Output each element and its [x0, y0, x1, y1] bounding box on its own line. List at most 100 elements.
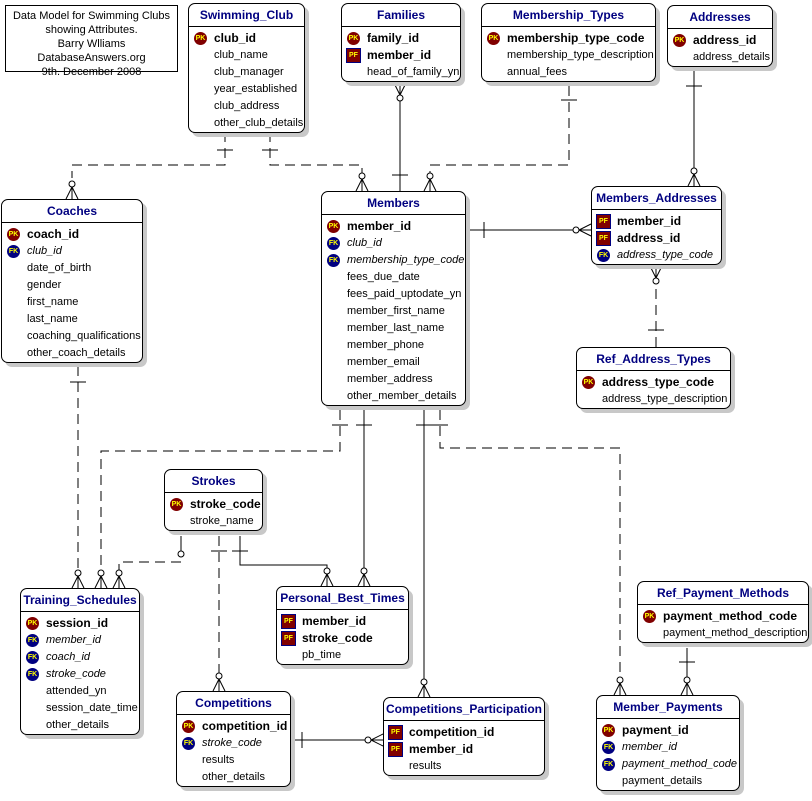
attribute-row: PK membership_type_code [482, 30, 655, 47]
attribute-row: FK member_id [597, 739, 739, 756]
entity-title: Coaches [2, 200, 142, 223]
attribute-name: club_manager [214, 66, 284, 78]
attribute-name: payment_id [622, 723, 689, 737]
attribute-name: club_name [214, 49, 268, 61]
primary-key-icon: PK [182, 720, 195, 733]
entity-addresses[interactable]: Addresses PK address_id address_details [667, 5, 773, 67]
attribute-name: member_address [347, 373, 433, 385]
crows-foot-marker [577, 223, 592, 237]
attribute-name: address_id [693, 33, 757, 47]
optional-marker [358, 172, 366, 180]
attribute-name: coach_id [46, 651, 91, 663]
optional-marker [74, 569, 82, 577]
attribute-row: pb_time [277, 647, 408, 664]
attribute-name: year_established [214, 83, 298, 95]
optional-marker [683, 676, 691, 684]
attribute-row: PK stroke_code [165, 496, 262, 513]
attribute-row: FK member_id [21, 632, 139, 649]
attribute-name: stroke_code [46, 668, 106, 680]
attribute-name: head_of_family_yn [367, 66, 460, 78]
attribute-row: fees_paid_uptodate_yn [322, 286, 465, 303]
entity-members[interactable]: Members PK member_id FK club_id FK membership_… [321, 191, 466, 406]
relationship-line [118, 561, 181, 575]
attribute-name: stroke_code [202, 737, 262, 749]
attribute-name: address_type_code [602, 375, 715, 389]
optional-marker [396, 94, 404, 102]
attribute-list: PF member_id PF address_id FK address_type_co… [592, 210, 721, 264]
attribute-row: member_first_name [322, 303, 465, 320]
attribute-list: PK membership_type_code membership_type_de… [482, 27, 655, 81]
crows-foot-marker [112, 574, 126, 589]
entity-ref-address-types[interactable]: Ref_Address_Types PK address_type_code addr… [576, 347, 731, 409]
entity-competitions[interactable]: Competitions PK competition_id FK stroke_cod… [176, 691, 291, 787]
primary-key-icon: PK [327, 220, 340, 233]
attribute-row: member_address [322, 371, 465, 388]
primary-key-icon: PK [582, 376, 595, 389]
attribute-row: coaching_qualifications [2, 328, 142, 345]
attribute-row: year_established [189, 81, 304, 98]
attribute-row: fees_due_date [322, 269, 465, 286]
entity-strokes[interactable]: Strokes PK stroke_code stroke_name [164, 469, 263, 531]
crows-foot-marker [355, 177, 369, 192]
attribute-row: PF member_id [384, 741, 544, 758]
attribute-name: stroke_name [190, 515, 254, 527]
entity-swimming-club[interactable]: Swimming_Club PK club_id club_name club_mana… [188, 3, 305, 133]
attribute-name: coach_id [27, 227, 80, 241]
attribute-name: member_email [347, 356, 420, 368]
entity-membership-types[interactable]: Membership_Types PK membership_type_code me… [481, 3, 656, 82]
attribute-list: PK member_id FK club_id FK membership_type_co… [322, 215, 465, 405]
crows-foot-marker [417, 683, 431, 698]
primary-foreign-key-icon: PF [281, 631, 296, 646]
attribute-row: address_type_description [577, 391, 730, 408]
entity-title: Competitions [177, 692, 290, 715]
primary-key-icon: PK [673, 34, 686, 47]
entity-training-schedules[interactable]: Training_Schedules PK session_id FK member_i… [20, 588, 140, 735]
attribute-row: session_date_time [21, 700, 139, 717]
attribute-row: FK club_id [2, 243, 142, 260]
primary-key-icon: PK [347, 32, 360, 45]
entity-coaches[interactable]: Coaches PK coach_id FK club_id date_of_birth g… [1, 199, 143, 363]
foreign-key-icon: FK [327, 254, 340, 267]
attribute-list: PK club_id club_name club_manager year_estab… [189, 27, 304, 132]
attribute-row: PK family_id [342, 30, 460, 47]
attribute-row: annual_fees [482, 64, 655, 81]
attribute-row: results [384, 758, 544, 775]
attribute-name: other_details [202, 771, 265, 783]
entity-title: Competitions_Participation [384, 698, 544, 721]
attribute-row: PK competition_id [177, 718, 290, 735]
crows-foot-marker [212, 677, 226, 692]
foreign-key-icon: FK [602, 741, 615, 754]
entity-personal-best-times[interactable]: Personal_Best_Times PF member_id PF stroke_c… [276, 586, 409, 665]
entity-member-payments[interactable]: Member_Payments PK payment_id FK member_id FK… [596, 695, 740, 791]
entity-ref-payment-methods[interactable]: Ref_Payment_Methods PK payment_method_code… [637, 581, 809, 643]
attribute-row: member_phone [322, 337, 465, 354]
attribute-row: other_member_details [322, 388, 465, 405]
primary-key-icon: PK [170, 498, 183, 511]
attribute-name: session_date_time [46, 702, 138, 714]
attribute-name: gender [27, 279, 62, 291]
attribute-row: PK session_id [21, 615, 139, 632]
attribute-name: pb_time [302, 649, 342, 661]
attribute-row: last_name [2, 311, 142, 328]
attribute-row: first_name [2, 294, 142, 311]
primary-foreign-key-icon: PF [281, 614, 296, 629]
attribute-list: PK competition_id FK stroke_code results othe… [177, 715, 290, 786]
attribute-row: PK coach_id [2, 226, 142, 243]
attribute-name: session_id [46, 616, 109, 630]
attribute-row: PK club_id [189, 30, 304, 47]
entity-members-addresses[interactable]: Members_Addresses PF member_id PF address_id… [591, 186, 722, 265]
optional-marker [420, 678, 428, 686]
attribute-list: PK address_type_code address_type_descript… [577, 371, 730, 408]
primary-key-icon: PK [7, 228, 20, 241]
attribute-row: FK payment_method_code [597, 756, 739, 773]
relationship-line [439, 410, 621, 681]
entity-families[interactable]: Families PK family_id PF member_id head_of_fa… [341, 3, 461, 82]
entity-competitions-participation[interactable]: Competitions_Participation PF competition_… [383, 697, 545, 776]
optional-marker [652, 277, 660, 285]
crows-foot-marker [649, 265, 663, 280]
crows-foot-marker [369, 733, 384, 747]
note-line: DatabaseAnswers.org [37, 52, 146, 64]
entity-title: Membership_Types [482, 4, 655, 27]
attribute-list: PK coach_id FK club_id date_of_birth gender fi… [2, 223, 142, 362]
attribute-name: address_details [693, 51, 771, 63]
